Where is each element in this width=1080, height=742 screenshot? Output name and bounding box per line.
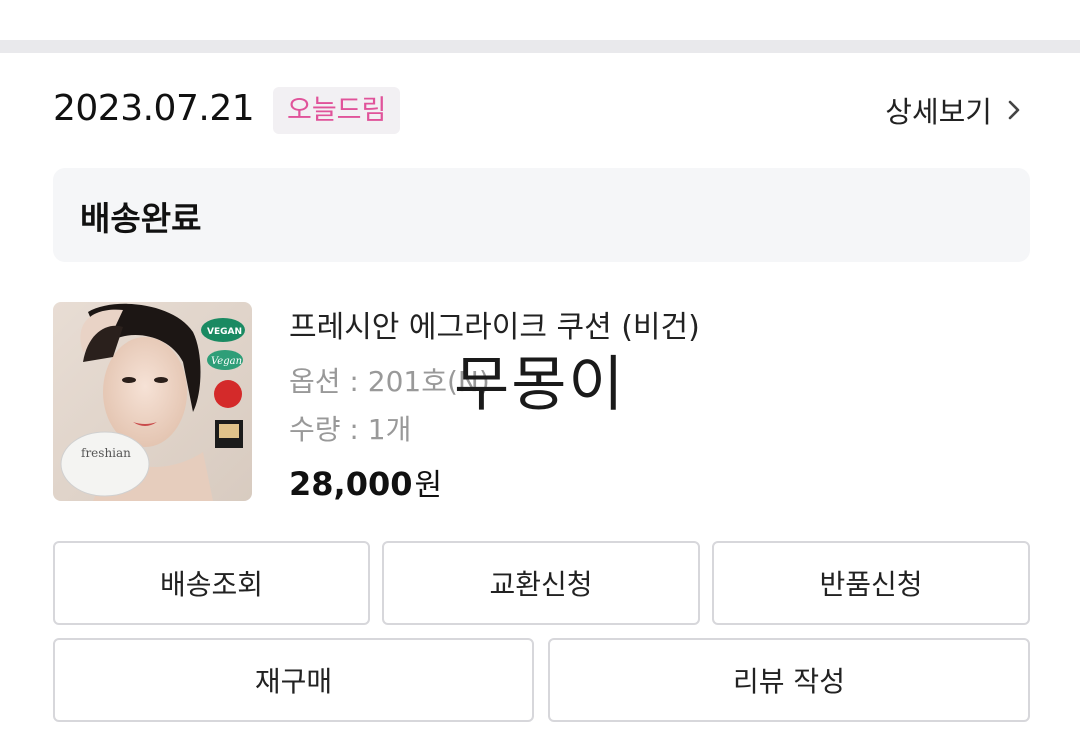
order-detail-label: 상세보기 [885, 95, 992, 129]
product-info: 프레시안 에그라이크 쿠션 (비건) 옵션 : 201호(N) 수량 : 1개 … [289, 302, 1029, 504]
order-date: 2023.07.21 [53, 88, 255, 129]
delivery-status: 배송완료 [80, 199, 202, 238]
chevron-right-icon [998, 94, 1030, 126]
rebuy-button[interactable]: 재구매 [53, 638, 534, 722]
svg-text:Vegan: Vegan [211, 356, 242, 367]
delivery-status-box: 배송완료 [53, 168, 1030, 262]
track-delivery-button[interactable]: 배송조회 [53, 541, 370, 625]
svg-text:VEGAN: VEGAN [207, 327, 242, 337]
write-review-button[interactable]: 리뷰 작성 [548, 638, 1030, 722]
top-spacer [0, 0, 1080, 40]
section-divider [0, 40, 1080, 53]
return-request-button[interactable]: 반품신청 [712, 541, 1030, 625]
delivery-type-badge: 오늘드림 [273, 87, 401, 134]
order-header: 2023.07.21 오늘드림 상세보기 [53, 84, 1030, 136]
price-amount: 28,000 [289, 465, 413, 503]
watermark-text: 무몽이 [454, 350, 626, 420]
price-unit: 원 [414, 468, 443, 503]
product-image[interactable]: freshian VEGAN Vegan [53, 302, 252, 501]
product-price: 28,000원 [289, 460, 442, 504]
order-detail-link[interactable]: 상세보기 [885, 90, 1030, 130]
svg-text:freshian: freshian [81, 446, 131, 460]
product-quantity: 수량 : 1개 [289, 413, 412, 446]
exchange-request-button[interactable]: 교환신청 [382, 541, 700, 625]
